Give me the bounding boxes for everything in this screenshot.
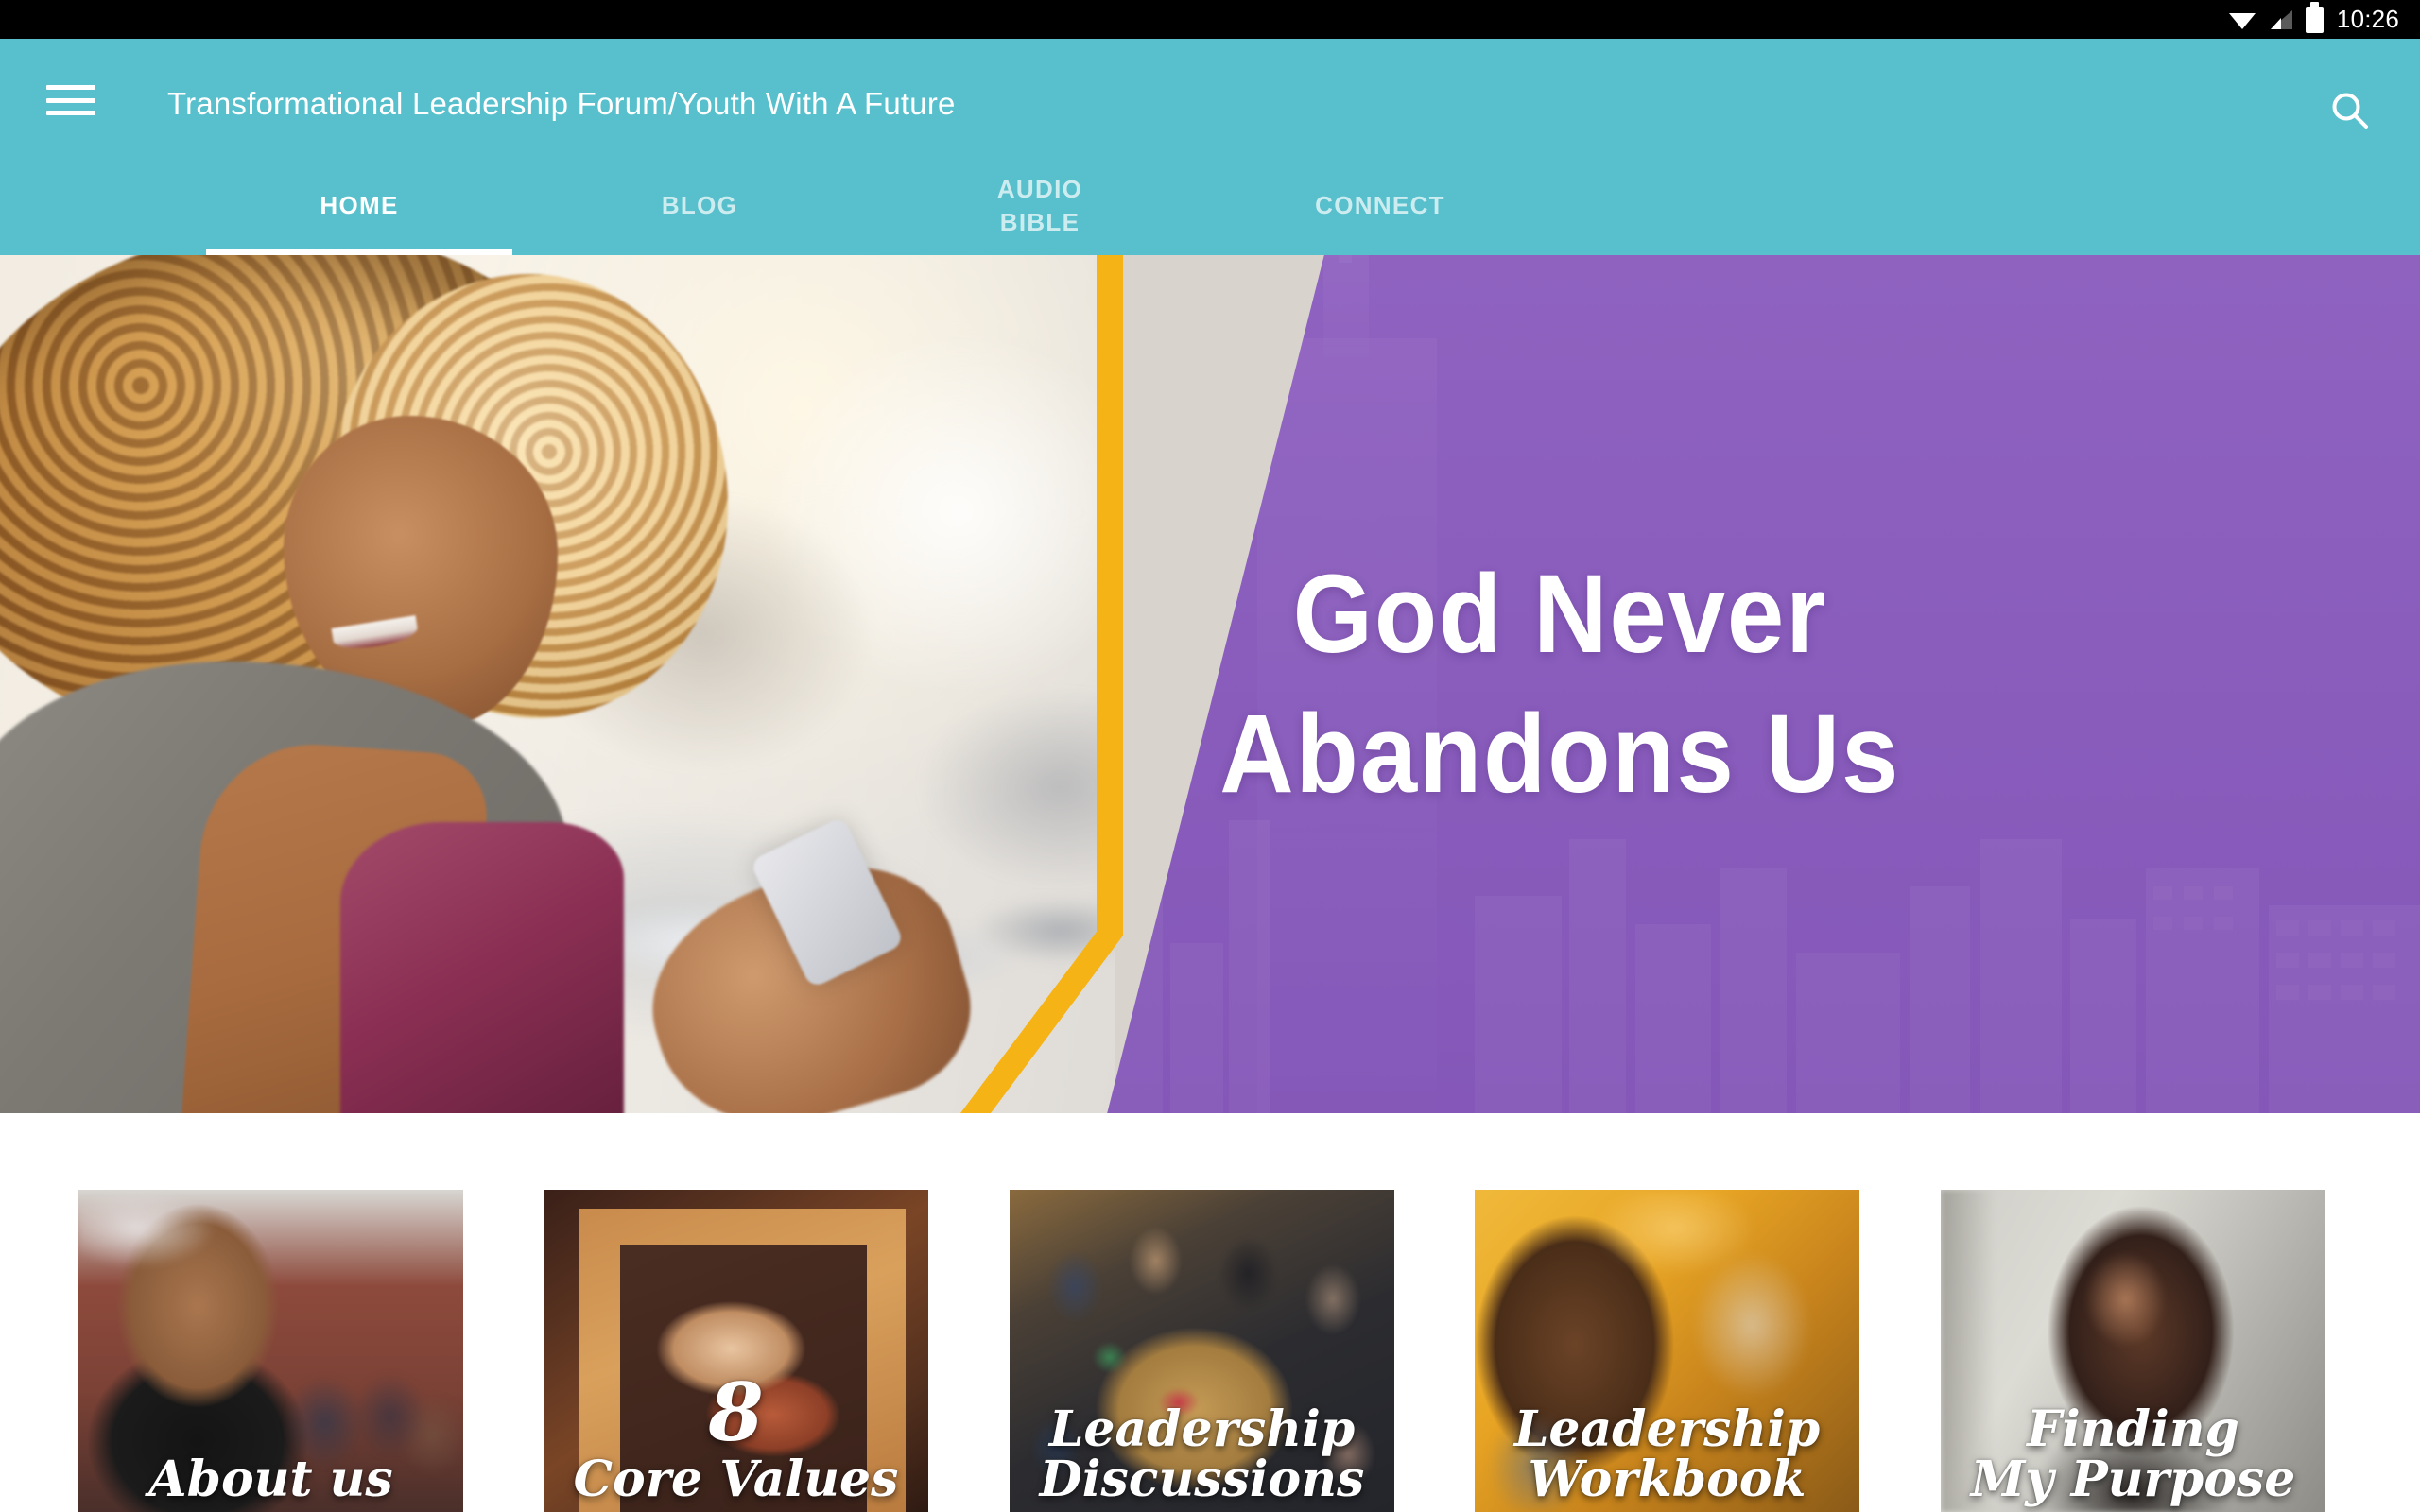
card-leadership-workbook[interactable]: Leadership Workbook	[1475, 1190, 1859, 1512]
card-about-us-image	[78, 1190, 463, 1512]
hero-banner[interactable]: God Never Abandons Us	[0, 255, 2420, 1113]
status-icons	[2228, 1, 2324, 33]
card-leadership-discussions-image	[1010, 1190, 1394, 1512]
tab-audio-bible-label: AUDIO BIBLE	[996, 175, 1083, 236]
tab-connect-label: CONNECT	[1315, 191, 1445, 220]
hero-headline-line1: God Never	[1292, 551, 1827, 677]
tab-blog[interactable]: BLOG	[529, 156, 870, 255]
card-finding-my-purpose-image	[1941, 1190, 2325, 1512]
tab-active-indicator	[206, 249, 512, 255]
status-time: 10:26	[2336, 5, 2399, 33]
hero-headline: God Never Abandons Us	[0, 255, 2420, 1113]
app-bar: Transformational Leadership Forum/Youth …	[0, 39, 2420, 156]
card-about-us[interactable]: About us	[78, 1190, 463, 1512]
tab-home[interactable]: HOME	[189, 156, 529, 255]
card-finding-my-purpose[interactable]: Finding My Purpose	[1941, 1190, 2325, 1512]
wifi-icon	[2228, 9, 2256, 30]
hero-headline-line2: Abandons Us	[1219, 692, 1900, 816]
hamburger-menu-icon[interactable]	[43, 80, 98, 120]
card-leadership-workbook-image	[1475, 1190, 1859, 1512]
card-core-values-image	[544, 1190, 928, 1512]
status-bar: 10:26	[0, 0, 2420, 39]
cell-signal-icon	[2269, 9, 2293, 30]
feature-card-strip: About us 8 Core Values Leadership Discus…	[0, 1113, 2420, 1512]
tab-connect[interactable]: CONNECT	[1210, 156, 1550, 255]
card-core-values[interactable]: 8 Core Values	[544, 1190, 928, 1512]
search-icon[interactable]	[2320, 80, 2380, 141]
tab-audio-bible[interactable]: AUDIO BIBLE	[870, 156, 1210, 255]
battery-icon	[2305, 1, 2324, 33]
tab-blog-label: BLOG	[661, 191, 738, 220]
page-title: Transformational Leadership Forum/Youth …	[167, 86, 956, 121]
card-leadership-discussions[interactable]: Leadership Discussions	[1010, 1190, 1394, 1512]
tab-home-label: HOME	[320, 191, 399, 220]
tab-bar: HOME BLOG AUDIO BIBLE CONNECT	[0, 156, 2420, 255]
